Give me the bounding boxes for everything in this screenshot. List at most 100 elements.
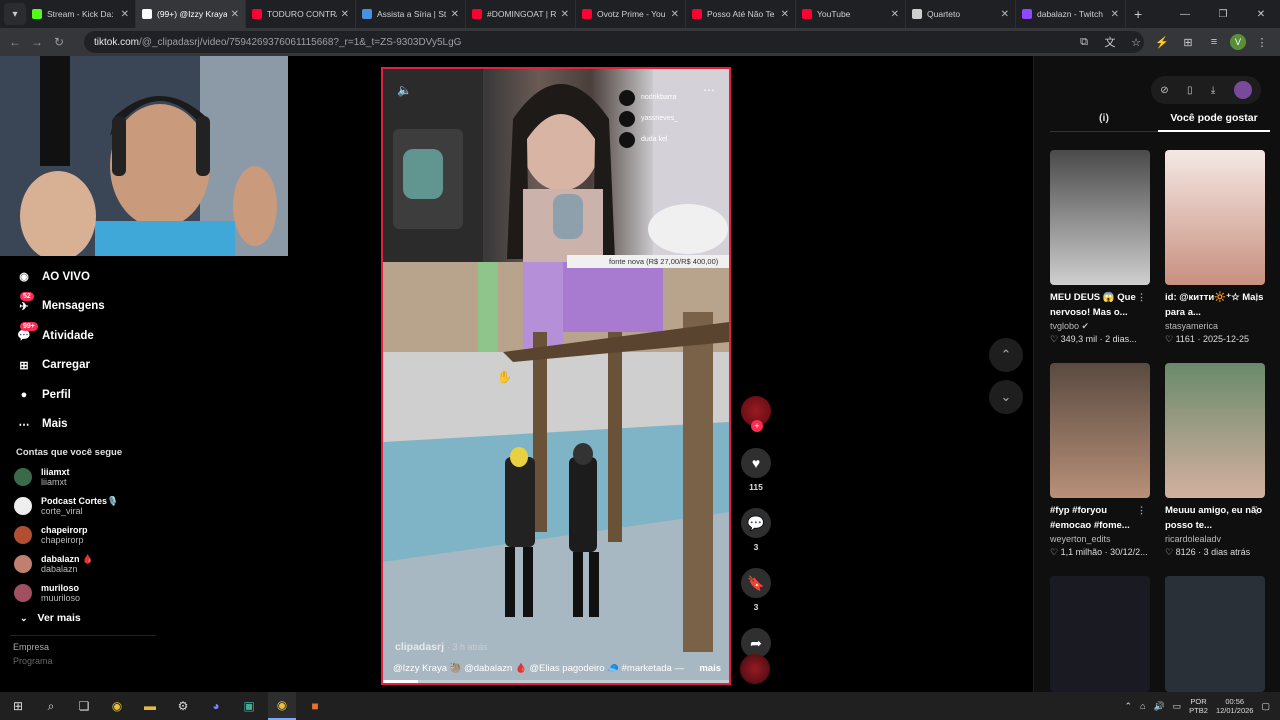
search-icon[interactable]: ⌕ [37, 692, 65, 720]
card-more-icon[interactable]: ⋮ [1252, 503, 1261, 518]
video-thumbnail[interactable] [1050, 576, 1150, 692]
following-account[interactable]: liiamxt liiamxt [0, 462, 160, 491]
network-icon[interactable]: ⌂ [1140, 701, 1145, 711]
address-bar[interactable]: tiktok.com/@_clipadasrj/video/7594269376… [84, 31, 1144, 53]
video-thumbnail[interactable] [1050, 363, 1150, 498]
compass-icon[interactable]: ⊘ [1160, 85, 1168, 96]
card-user[interactable]: weyerton_edits [1050, 533, 1152, 546]
new-tab-button[interactable]: + [1134, 6, 1142, 22]
following-account[interactable]: muriloso muuriloso [0, 578, 160, 607]
download-icon[interactable]: ⤓ [1211, 85, 1215, 96]
next-video-button[interactable]: ⌄ [989, 380, 1023, 414]
tab-close-icon[interactable]: ✕ [341, 9, 349, 20]
tab-close-icon[interactable]: ✕ [231, 9, 239, 20]
volume-icon[interactable]: 🔈 [397, 83, 412, 97]
tab-info[interactable]: (i) [1050, 112, 1158, 132]
browser-tab[interactable]: YouTube ✕ [796, 0, 906, 28]
sidebar-item[interactable]: ✈ 52 Mensagens [0, 292, 160, 322]
video-author[interactable]: clipadasrj · 3 h atrás [395, 641, 487, 653]
browser-tab[interactable]: Posso Até Não Te ✕ [686, 0, 796, 28]
like-button[interactable]: ♥ [741, 448, 771, 478]
windows-start-icon[interactable]: ⊞ [4, 692, 32, 720]
footer-company-link[interactable]: Empresa [0, 642, 160, 652]
tab-search-button[interactable]: ▾ [4, 3, 26, 25]
browser-tab[interactable]: #DOMINGOAT | R ✕ [466, 0, 576, 28]
comment-button[interactable]: 💬 [741, 508, 771, 538]
puzzle-icon[interactable]: ⊞ [1178, 32, 1198, 52]
video-player[interactable]: 🔈 ⋯ nodrikbarra yassneves_ duda kel font… [381, 67, 731, 685]
chrome-active-icon[interactable]: ◉ [268, 692, 296, 720]
terminal-icon[interactable]: ▣ [235, 692, 263, 720]
translate-icon[interactable]: 文 [1100, 32, 1120, 52]
video-progress-bar[interactable] [383, 680, 729, 683]
sidebar-item[interactable]: 💬 99+ Atividade [0, 321, 160, 351]
card-more-icon[interactable]: ⋮ [1137, 290, 1146, 305]
close-window-button[interactable]: ✕ [1242, 0, 1280, 28]
file-explorer-icon[interactable]: ▬ [136, 692, 164, 720]
video-thumbnail[interactable] [1165, 576, 1265, 692]
video-thumbnail[interactable] [1165, 363, 1265, 498]
save-button[interactable]: 🔖 [741, 568, 771, 598]
browser-tab[interactable]: TODURO CONTR/ ✕ [246, 0, 356, 28]
video-thumbnail[interactable] [1050, 150, 1150, 285]
card-user[interactable]: stasyamerica [1165, 320, 1267, 333]
following-account[interactable]: dabalazn 🩸 dabalazn [0, 549, 160, 578]
browser-tab[interactable]: Ovotz Prime - You ✕ [576, 0, 686, 28]
minimize-button[interactable]: — [1166, 0, 1204, 28]
browser-tab[interactable]: dabalazn - Twitch ✕ [1016, 0, 1126, 28]
previous-video-button[interactable]: ⌃ [989, 338, 1023, 372]
tab-close-icon[interactable]: ✕ [891, 9, 899, 20]
suggestion-card[interactable]: #fyp #foryou #emocao #fome... ⋮ weyerton_e… [1050, 363, 1152, 559]
media-icon[interactable]: ≡ [1204, 32, 1224, 52]
card-more-icon[interactable]: ⋮ [1252, 290, 1261, 305]
phone-icon[interactable]: ▯ [1187, 85, 1193, 96]
more-options-icon[interactable]: ⋯ [703, 83, 715, 97]
creator-avatar[interactable]: + [741, 396, 771, 432]
browser-tab[interactable]: Quarteto ✕ [906, 0, 1016, 28]
follow-plus-icon[interactable]: + [751, 420, 763, 432]
caption-more-button[interactable]: mais [699, 663, 721, 674]
tray-chevron-icon[interactable]: ⌃ [1124, 701, 1132, 712]
browser-tab[interactable]: Assista a Síria | St ✕ [356, 0, 466, 28]
card-user[interactable]: ricardolealadv [1165, 533, 1267, 546]
back-icon[interactable]: ← [4, 35, 26, 49]
tab-close-icon[interactable]: ✕ [781, 9, 789, 20]
tab-close-icon[interactable]: ✕ [1001, 9, 1009, 20]
extension-icon[interactable]: ⚡ [1152, 32, 1172, 52]
sidebar-item[interactable]: ⊞ Carregar [0, 351, 160, 381]
user-avatar[interactable] [1233, 81, 1252, 99]
task-view-icon[interactable]: ❏ [70, 692, 98, 720]
reload-icon[interactable]: ↻ [48, 35, 70, 49]
browser-tab[interactable]: (99+) @Izzy Kraya ✕ [136, 0, 246, 28]
cast-icon[interactable]: ⧉ [1074, 32, 1094, 52]
app2-icon[interactable]: ■ [301, 692, 329, 720]
forward-icon[interactable]: → [26, 35, 48, 49]
sound-disc-avatar[interactable] [740, 654, 770, 684]
tab-close-icon[interactable]: ✕ [561, 9, 569, 20]
clock[interactable]: 00:56 12/01/2026 [1216, 697, 1254, 715]
tab-close-icon[interactable]: ✕ [121, 9, 129, 20]
battery-icon[interactable]: ▭ [1173, 701, 1182, 712]
video-thumbnail[interactable] [1165, 150, 1265, 285]
following-account[interactable]: Podcast Cortes🎙️ corte_viral [0, 491, 160, 520]
menu-dots-icon[interactable]: ⋮ [1252, 32, 1272, 52]
suggestion-card[interactable]: Meuuu amigo, eu não posso te... ⋮ ricardol… [1165, 363, 1267, 559]
volume-tray-icon[interactable]: 🔊 [1153, 701, 1164, 712]
card-user[interactable]: tvglobo ✔ [1050, 320, 1152, 333]
profile-avatar[interactable]: V [1230, 34, 1246, 50]
tab-suggestions[interactable]: Você pode gostar [1158, 112, 1270, 132]
restore-button[interactable]: ❐ [1204, 0, 1242, 28]
suggestion-card[interactable]: id: @китти🔆⁺☆ Mais para a... ⋮ stasyameric… [1165, 150, 1267, 346]
bookmark-star-icon[interactable]: ☆ [1126, 32, 1146, 52]
sidebar-item[interactable]: ⋯ Mais [0, 410, 160, 440]
sidebar-item[interactable]: ◉ AO VIVO [0, 262, 160, 292]
tab-close-icon[interactable]: ✕ [1111, 9, 1119, 20]
input-language[interactable]: POR PTB2 [1189, 697, 1208, 715]
sidebar-item[interactable]: ● Perfil [0, 380, 160, 410]
tab-close-icon[interactable]: ✕ [671, 9, 679, 20]
card-more-icon[interactable]: ⋮ [1137, 503, 1146, 518]
tab-close-icon[interactable]: ✕ [451, 9, 459, 20]
see-more-button[interactable]: ⌄ Ver mais [0, 607, 160, 629]
chrome-icon[interactable]: ◉ [103, 692, 131, 720]
following-account[interactable]: chapeirorp chapeirorp [0, 520, 160, 549]
